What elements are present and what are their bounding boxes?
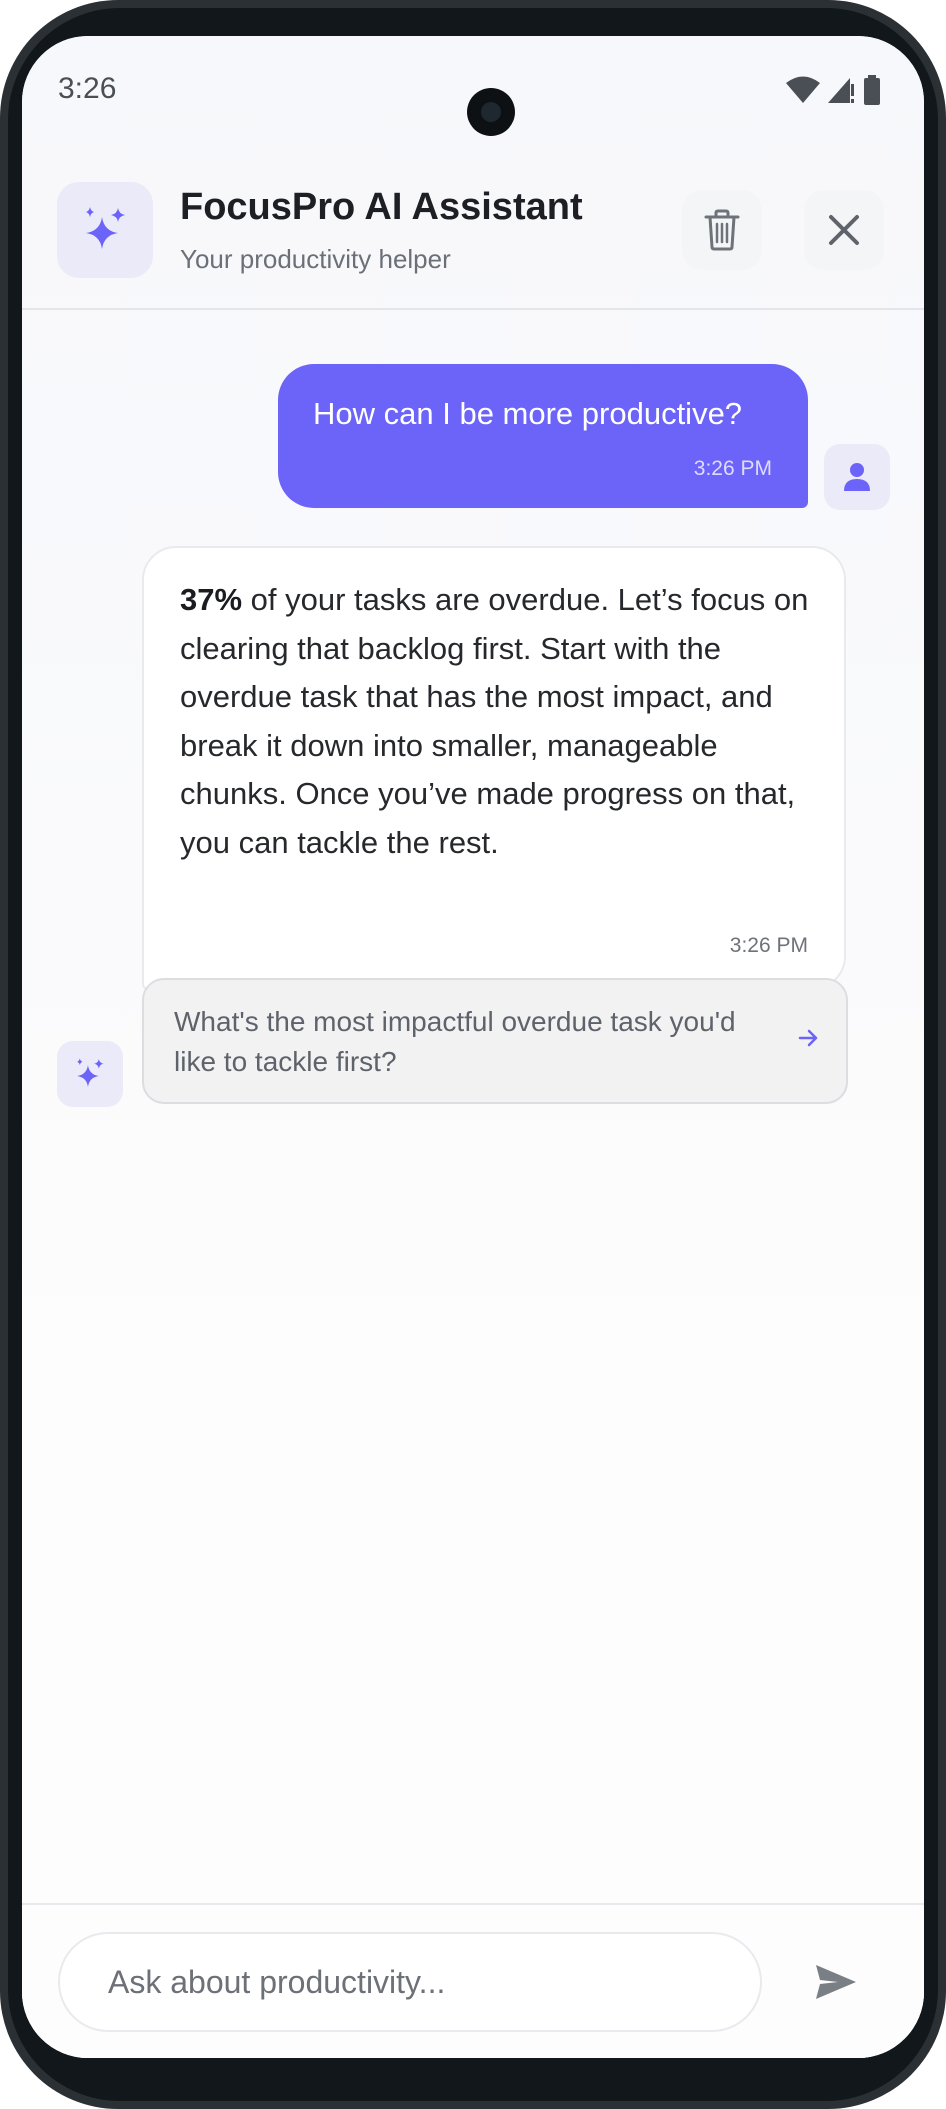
page-subtitle: Your productivity helper <box>180 244 451 274</box>
chat-input[interactable] <box>58 1932 762 2032</box>
sparkles-icon <box>77 1058 104 1087</box>
send-icon <box>816 1965 856 1999</box>
screen: 3:26 FocusPro AI Assistant Your producti… <box>22 36 924 2058</box>
status-time: 3:26 <box>58 72 117 105</box>
close-button[interactable] <box>804 190 884 270</box>
sparkles-icon <box>86 207 125 249</box>
user-avatar <box>824 444 890 510</box>
wifi-icon <box>786 76 820 103</box>
suggested-question-button[interactable]: What's the most impactful overdue task y… <box>142 978 848 1104</box>
trash-icon <box>704 209 740 251</box>
user-message-text: How can I be more productive? <box>313 396 743 431</box>
assistant-message-time: 3:26 PM <box>729 934 808 957</box>
user-icon <box>844 463 870 491</box>
suggested-question-text: What's the most impactful overdue task y… <box>174 1006 736 1077</box>
overdue-percent: 37% <box>180 582 243 617</box>
page-title: FocusPro AI Assistant <box>180 186 583 228</box>
send-button[interactable] <box>804 1952 868 2012</box>
close-icon <box>829 215 859 245</box>
clear-chat-button[interactable] <box>682 190 762 270</box>
user-message-bubble: How can I be more productive? 3:26 PM <box>278 364 808 508</box>
battery-icon <box>864 75 880 105</box>
assistant-message-bubble: 37% of your tasks are overdue. Let’s foc… <box>142 546 846 990</box>
status-icons <box>786 75 882 105</box>
user-message-time: 3:26 PM <box>693 457 772 480</box>
front-camera <box>467 88 515 136</box>
assistant-message-text: 37% of your tasks are overdue. Let’s foc… <box>180 582 809 860</box>
arrow-right-icon <box>798 1029 818 1047</box>
assistant-logo <box>57 182 153 278</box>
assistant-avatar <box>57 1041 123 1107</box>
signal-icon <box>828 78 854 103</box>
